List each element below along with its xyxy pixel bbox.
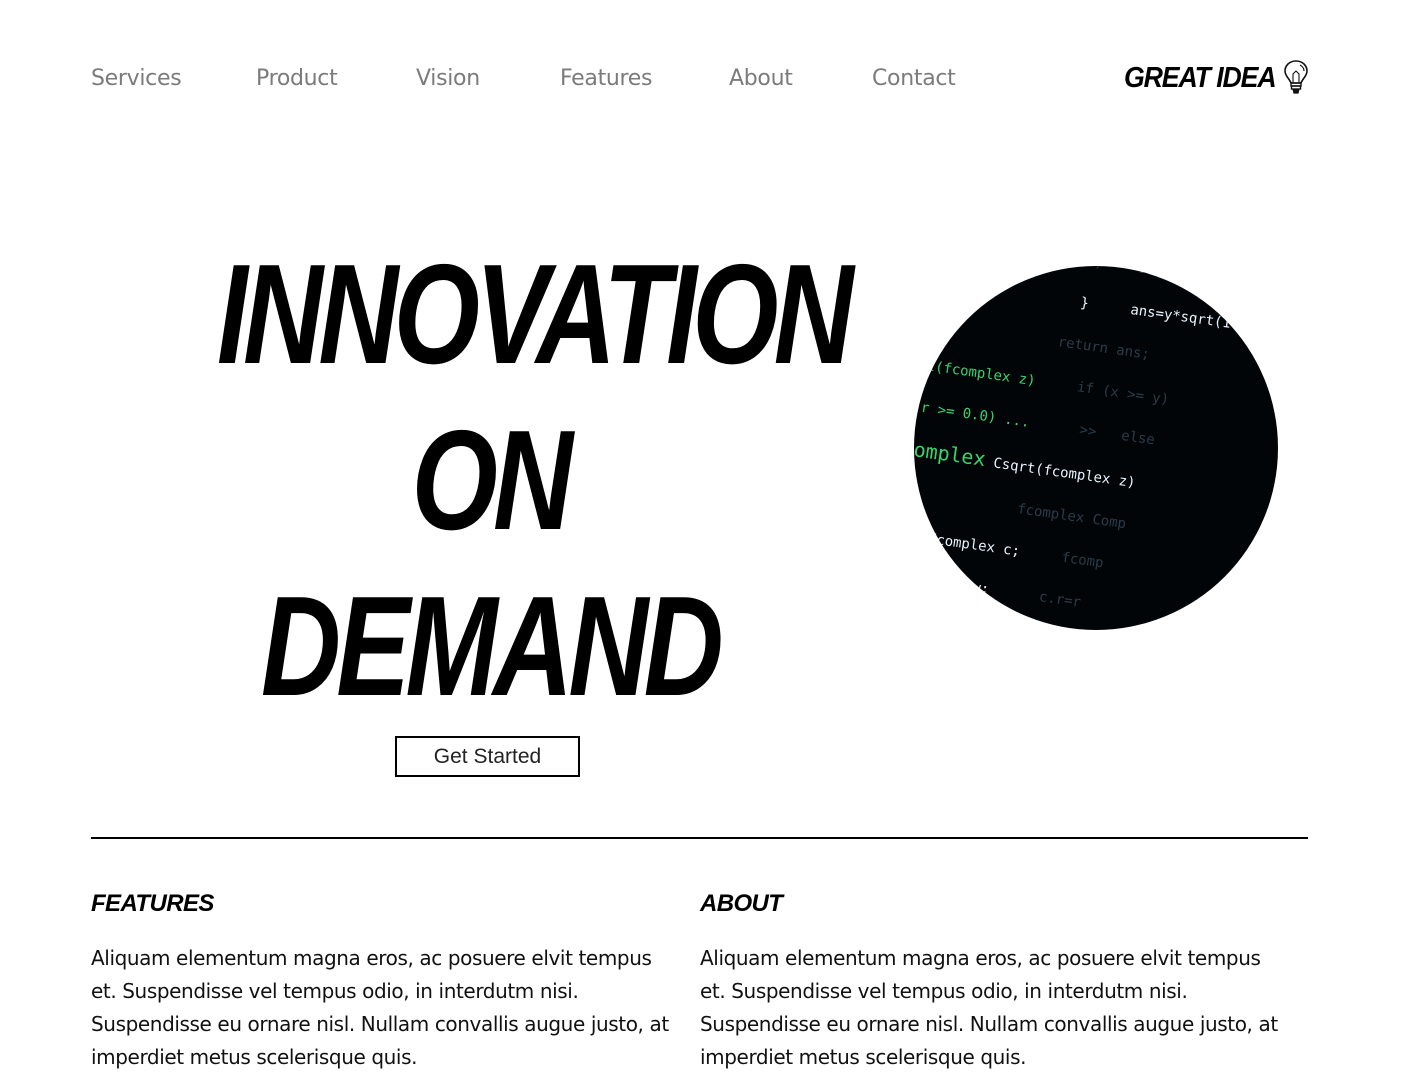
features-heading: FEATURES	[91, 890, 214, 917]
nav-link-contact[interactable]: Contact	[872, 62, 956, 96]
code-screen-picture: ((float x, fcomplex a) temp=x/y; } ans=y…	[914, 266, 1278, 630]
hero-title-line: INNOVATION	[217, 235, 854, 394]
hero-title: INNOVATION ON DEMAND	[140, 232, 854, 730]
code-screen-image: ((float x, fcomplex a) temp=x/y; } ans=y…	[914, 266, 1278, 630]
brand-logo-text: GREAT IDEA	[1124, 61, 1277, 94]
nav-link-vision[interactable]: Vision	[416, 62, 480, 96]
section-divider	[91, 837, 1308, 839]
hero-title-line: ON	[411, 401, 573, 560]
nav-link-features[interactable]: Features	[560, 62, 653, 96]
nav-link-about[interactable]: About	[729, 62, 793, 96]
brand-logo[interactable]: GREAT IDEA	[1124, 56, 1310, 100]
about-heading: ABOUT	[700, 890, 783, 917]
nav-link-services[interactable]: Services	[91, 62, 182, 96]
nav-link-product[interactable]: Product	[256, 62, 338, 96]
get-started-button[interactable]: Get Started	[395, 736, 580, 777]
about-section: ABOUT Aliquam elementum magna eros, ac p…	[700, 888, 1290, 1074]
features-body: Aliquam elementum magna eros, ac posuere…	[91, 946, 669, 1069]
about-body: Aliquam elementum magna eros, ac posuere…	[700, 946, 1278, 1069]
features-section: FEATURES Aliquam elementum magna eros, a…	[91, 888, 681, 1074]
hero-title-line: DEMAND	[260, 567, 724, 726]
lightbulb-icon	[1284, 60, 1308, 94]
